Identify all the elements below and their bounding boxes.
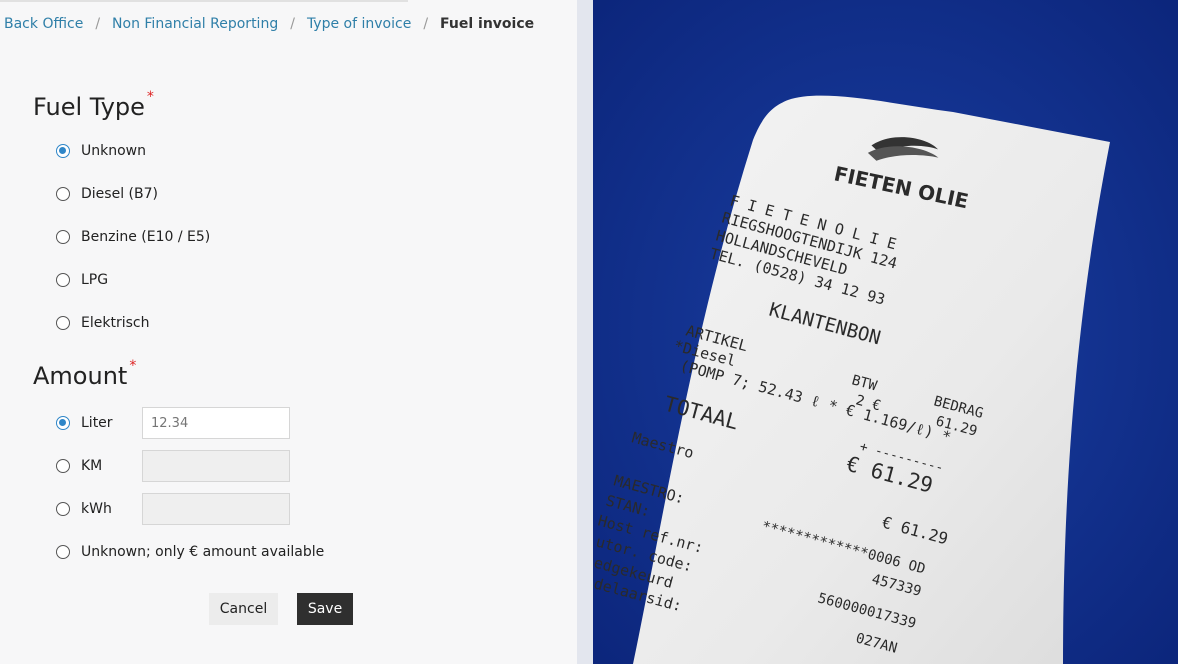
radio-button[interactable] — [56, 316, 70, 330]
breadcrumb-separator: / — [423, 16, 429, 32]
receipt-photo: FIETEN OLIE F I E T E N O L I E RIEGSHOO… — [593, 0, 1178, 664]
amount-option-km[interactable]: KM — [56, 458, 102, 474]
amount-title: Amount * — [33, 358, 136, 390]
radio-button[interactable] — [56, 187, 70, 201]
fuel-option-label: Elektrisch — [81, 315, 150, 331]
radio-button-selected[interactable] — [56, 144, 70, 158]
fuel-option-elektrisch[interactable]: Elektrisch — [56, 315, 149, 331]
breadcrumb: Back Office / Non Financial Reporting / Type… — [4, 16, 534, 32]
liter-input[interactable] — [142, 407, 290, 439]
required-mark: * — [146, 89, 154, 105]
amount-option-liter[interactable]: Liter — [56, 415, 113, 431]
amount-option-unknown[interactable]: Unknown; only € amount available — [56, 544, 324, 560]
fuel-option-label: Unknown — [81, 143, 146, 159]
amount-option-label: kWh — [81, 501, 112, 517]
fuel-option-diesel[interactable]: Diesel (B7) — [56, 186, 158, 202]
top-divider — [0, 0, 408, 2]
amount-title-text: Amount — [33, 362, 128, 390]
radio-button[interactable] — [56, 230, 70, 244]
fuel-type-title: Fuel Type * — [33, 89, 154, 121]
amount-option-label: Liter — [81, 415, 113, 431]
fuel-option-label: Diesel (B7) — [81, 186, 158, 202]
form-panel: Back Office / Non Financial Reporting / Type… — [0, 0, 577, 664]
km-input[interactable] — [142, 450, 290, 482]
breadcrumb-type-of-invoice[interactable]: Type of invoice — [307, 16, 411, 32]
amount-option-label: KM — [81, 458, 103, 474]
breadcrumb-current: Fuel invoice — [440, 16, 535, 32]
amount-option-kwh[interactable]: kWh — [56, 501, 112, 517]
breadcrumb-back-office[interactable]: Back Office — [4, 16, 83, 32]
fuel-option-label: Benzine (E10 / E5) — [81, 229, 211, 245]
radio-button-selected[interactable] — [56, 416, 70, 430]
radio-button[interactable] — [56, 502, 70, 516]
radio-button[interactable] — [56, 545, 70, 559]
amount-option-label: Unknown; only € amount available — [81, 544, 325, 560]
radio-button[interactable] — [56, 459, 70, 473]
required-mark: * — [129, 358, 137, 374]
fuel-option-benzine[interactable]: Benzine (E10 / E5) — [56, 229, 210, 245]
panel-divider — [577, 0, 593, 664]
cancel-button[interactable]: Cancel — [209, 593, 278, 625]
fuel-type-title-text: Fuel Type — [33, 93, 145, 121]
fuel-option-lpg[interactable]: LPG — [56, 272, 108, 288]
receipt-image: FIETEN OLIE F I E T E N O L I E RIEGSHOO… — [593, 0, 1178, 664]
breadcrumb-separator: / — [95, 16, 101, 32]
breadcrumb-non-financial-reporting[interactable]: Non Financial Reporting — [112, 16, 278, 32]
save-button[interactable]: Save — [297, 593, 353, 625]
kwh-input[interactable] — [142, 493, 290, 525]
fuel-option-label: LPG — [81, 272, 109, 288]
radio-button[interactable] — [56, 273, 70, 287]
breadcrumb-separator: / — [290, 16, 295, 32]
fuel-option-unknown[interactable]: Unknown — [56, 143, 146, 159]
